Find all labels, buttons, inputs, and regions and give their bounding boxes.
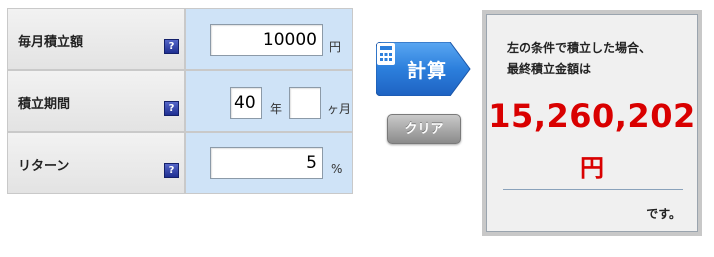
result-box: 左の条件で積立した場合、 最終積立金額は 15,260,202 円 です。 bbox=[486, 14, 698, 232]
help-icon[interactable]: ? bbox=[164, 39, 179, 54]
period-value-cell: 40 年 ヶ月 bbox=[186, 71, 352, 131]
result-panel: 左の条件で積立した場合、 最終積立金額は 15,260,202 円 です。 bbox=[482, 10, 702, 236]
calculate-button[interactable]: 計算 bbox=[376, 42, 471, 96]
period-label-cell: 積立期間 ? bbox=[8, 71, 184, 131]
monthly-amount-label-cell: 毎月積立額 ? bbox=[8, 9, 184, 69]
help-icon[interactable]: ? bbox=[164, 101, 179, 116]
months-input[interactable] bbox=[289, 87, 321, 119]
monthly-amount-input[interactable]: 10000 bbox=[210, 24, 323, 56]
return-label-cell: リターン ? bbox=[8, 133, 184, 193]
result-description-line2: 最終積立金額は bbox=[507, 62, 592, 76]
period-label: 積立期間 bbox=[18, 97, 71, 112]
calculator-icon bbox=[377, 43, 395, 65]
period-row: 積立期間 ? 40 年 ヶ月 bbox=[8, 71, 352, 131]
result-divider bbox=[503, 189, 683, 190]
calculator-form: 毎月積立額 ? 10000 円 積立期間 ? 40 年 ヶ月 リターン ? 5 … bbox=[7, 8, 353, 194]
years-input[interactable]: 40 bbox=[230, 87, 262, 119]
help-icon[interactable]: ? bbox=[164, 163, 179, 178]
months-unit: ヶ月 bbox=[327, 102, 352, 116]
monthly-amount-value-cell: 10000 円 bbox=[186, 9, 352, 69]
result-amount: 15,260,202 bbox=[488, 97, 696, 135]
years-unit: 年 bbox=[270, 102, 283, 116]
monthly-amount-label: 毎月積立額 bbox=[18, 35, 84, 50]
return-value-cell: 5 % bbox=[186, 133, 352, 193]
monthly-amount-unit: 円 bbox=[329, 40, 342, 54]
return-unit: % bbox=[331, 162, 343, 176]
result-suffix: です。 bbox=[646, 207, 681, 221]
calculate-button-label: 計算 bbox=[407, 60, 448, 82]
return-input[interactable]: 5 bbox=[210, 147, 323, 179]
return-row: リターン ? 5 % bbox=[8, 133, 352, 193]
monthly-amount-row: 毎月積立額 ? 10000 円 bbox=[8, 9, 352, 69]
result-currency-unit: 円 bbox=[580, 154, 604, 182]
return-label: リターン bbox=[18, 159, 70, 174]
result-description-line1: 左の条件で積立した場合、 bbox=[507, 41, 652, 55]
clear-button[interactable]: クリア bbox=[387, 114, 461, 144]
